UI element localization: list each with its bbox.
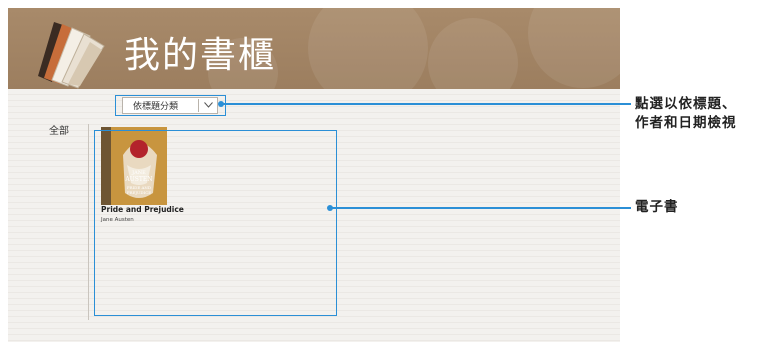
callout-box-ebook	[94, 130, 337, 316]
annotation-sort: 點選以依標題、 作者和日期檢視	[635, 95, 737, 133]
annotation-sort-line1: 點選以依標題、	[635, 96, 737, 112]
books-logo-icon	[38, 22, 105, 89]
callout-box-sort	[115, 95, 226, 116]
callout-line-sort	[221, 103, 631, 105]
page-title: 我的書櫃	[124, 35, 277, 76]
annotation-sort-line2: 作者和日期檢視	[635, 115, 737, 131]
annotation-ebook: 電子書	[635, 199, 679, 215]
callout-line-ebook	[330, 207, 631, 209]
app-header: 我的書櫃	[8, 8, 620, 89]
category-label-all[interactable]: 全部	[49, 122, 69, 137]
category-divider	[88, 124, 89, 320]
bookshelf-app: 我的書櫃 依標題分類 全部 JANE AUSTEN PRIDE AND PREJ…	[8, 8, 620, 342]
